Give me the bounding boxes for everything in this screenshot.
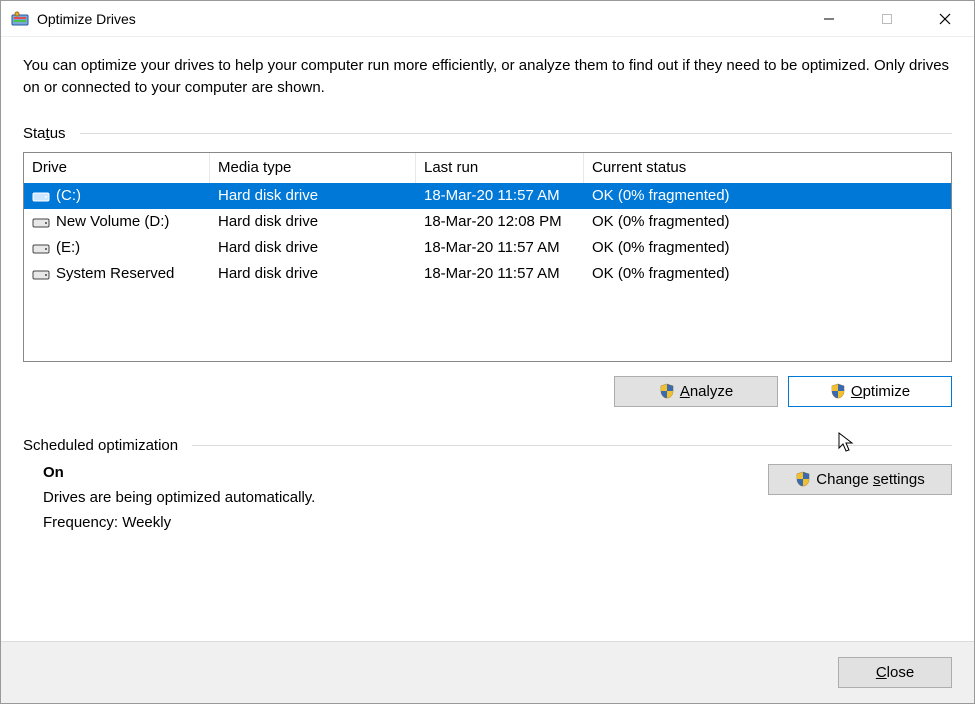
titlebar: Optimize Drives — [1, 1, 974, 37]
scheduled-section-label: Scheduled optimization — [23, 437, 952, 454]
status-section-label: Status — [23, 125, 952, 142]
drive-lastrun: 18-Mar-20 12:08 PM — [416, 209, 584, 235]
close-button[interactable]: Close — [838, 657, 952, 688]
shield-icon — [795, 471, 811, 487]
drive-name: New Volume (D:) — [56, 213, 169, 230]
drive-media: Hard disk drive — [210, 261, 416, 287]
column-lastrun[interactable]: Last run — [416, 153, 584, 183]
column-drive[interactable]: Drive — [24, 153, 210, 183]
table-header: Drive Media type Last run Current status — [24, 153, 951, 183]
close-window-button[interactable] — [916, 1, 974, 37]
drive-name: (C:) — [56, 187, 81, 204]
optimize-button[interactable]: Optimize — [788, 376, 952, 407]
drive-status: OK (0% fragmented) — [584, 235, 951, 261]
drive-name: (E:) — [56, 239, 80, 256]
drive-status: OK (0% fragmented) — [584, 209, 951, 235]
maximize-button — [858, 1, 916, 37]
shield-icon — [830, 383, 846, 399]
drive-row[interactable]: New Volume (D:) Hard disk drive18-Mar-20 … — [24, 209, 951, 235]
drive-status: OK (0% fragmented) — [584, 183, 951, 209]
divider — [192, 445, 952, 446]
drive-name: System Reserved — [56, 265, 174, 282]
drive-icon — [32, 189, 50, 203]
minimize-button[interactable] — [800, 1, 858, 37]
column-status[interactable]: Current status — [584, 153, 951, 183]
drive-status: OK (0% fragmented) — [584, 261, 951, 287]
drive-media: Hard disk drive — [210, 235, 416, 261]
app-icon — [11, 10, 29, 28]
drive-media: Hard disk drive — [210, 209, 416, 235]
drive-icon — [32, 267, 50, 281]
window-title: Optimize Drives — [37, 11, 136, 27]
dialog-footer: Close — [1, 641, 974, 703]
drive-lastrun: 18-Mar-20 11:57 AM — [416, 235, 584, 261]
schedule-description: Drives are being optimized automatically… — [43, 489, 768, 506]
column-media[interactable]: Media type — [210, 153, 416, 183]
description-text: You can optimize your drives to help you… — [23, 55, 952, 99]
drive-lastrun: 18-Mar-20 11:57 AM — [416, 183, 584, 209]
drives-table[interactable]: Drive Media type Last run Current status… — [23, 152, 952, 362]
drive-row[interactable]: (E:) Hard disk drive18-Mar-20 11:57 AMOK … — [24, 235, 951, 261]
schedule-state: On — [43, 464, 768, 481]
drive-media: Hard disk drive — [210, 183, 416, 209]
drive-row[interactable]: System Reserved Hard disk drive18-Mar-20 … — [24, 261, 951, 287]
schedule-frequency: Frequency: Weekly — [43, 514, 768, 531]
shield-icon — [659, 383, 675, 399]
divider — [80, 133, 952, 134]
drive-lastrun: 18-Mar-20 11:57 AM — [416, 261, 584, 287]
change-settings-button[interactable]: Change settings — [768, 464, 952, 495]
analyze-button[interactable]: Analyze — [614, 376, 778, 407]
drive-row[interactable]: (C:) Hard disk drive18-Mar-20 11:57 AMOK … — [24, 183, 951, 209]
drive-icon — [32, 215, 50, 229]
drive-icon — [32, 241, 50, 255]
